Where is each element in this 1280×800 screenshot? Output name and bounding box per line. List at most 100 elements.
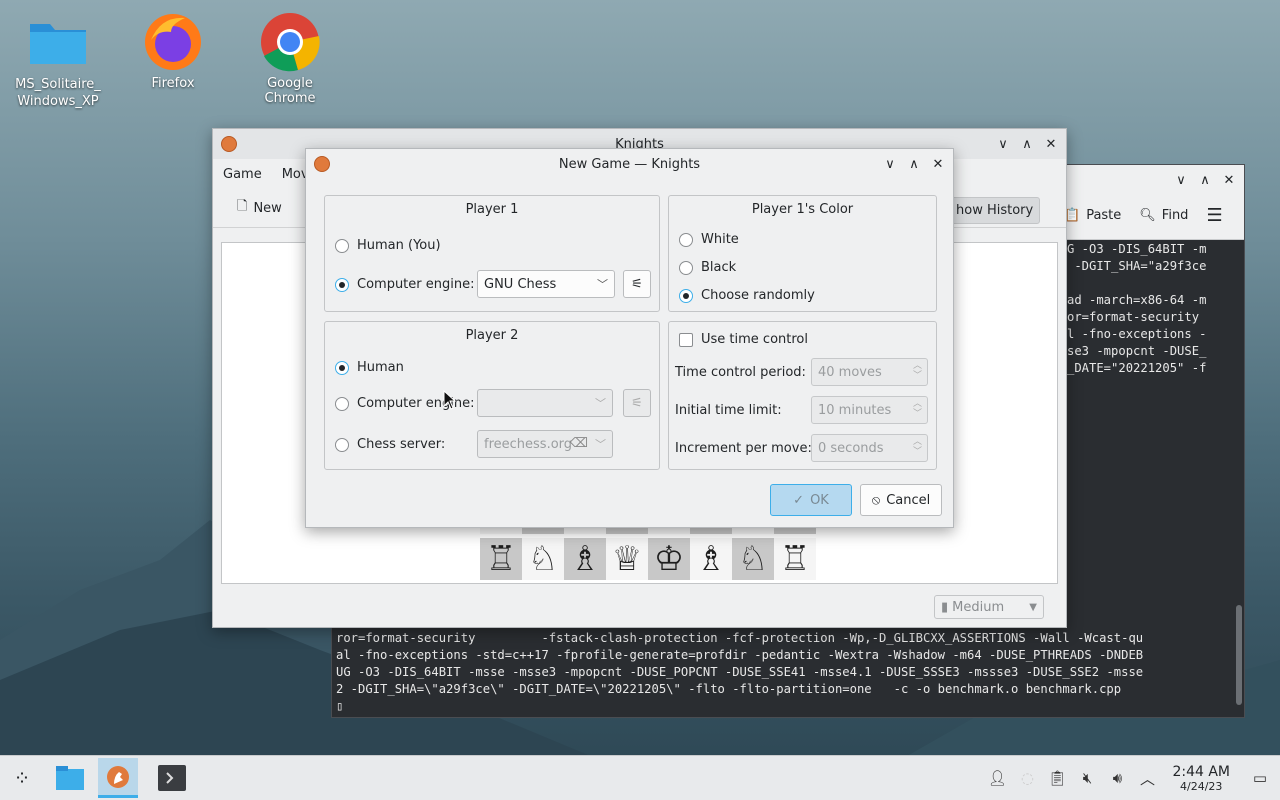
file-manager-icon[interactable]: [50, 758, 90, 798]
player1-group: Player 1 Human (You) Computer engine: GN…: [324, 195, 660, 312]
terminal-task-icon[interactable]: [152, 758, 192, 798]
user-icon[interactable]: 👤︎: [982, 769, 1012, 787]
terminal-line: -DGIT_SHA="a29f3ce: [1067, 259, 1207, 273]
player2-engine-config-button[interactable]: ⚟: [623, 389, 651, 417]
settings-sliders-icon: ⚟: [631, 276, 643, 292]
system-tray: 👤︎ ◌ 📋︎ 🔇︎ 🔊︎ ︿ 2:44 AM 4/24/23 ▭: [982, 756, 1280, 800]
chrome-icon: [258, 10, 322, 74]
color-white-radio[interactable]: White: [679, 232, 739, 247]
find-button[interactable]: 🔍︎ Find: [1139, 208, 1188, 223]
show-history-button[interactable]: how History: [949, 197, 1041, 224]
minimize-icon[interactable]: ∨: [1172, 171, 1190, 189]
player1-engine-config-button[interactable]: ⚟: [623, 270, 651, 298]
hamburger-menu-icon[interactable]: ☰: [1206, 205, 1222, 226]
chevron-down-icon: ﹀: [595, 397, 606, 410]
clear-text-icon[interactable]: ⌫: [570, 436, 588, 451]
board-square[interactable]: ♗: [564, 538, 606, 580]
clock[interactable]: 2:44 AM 4/24/23: [1172, 764, 1230, 793]
signal-bars-icon: ▮: [941, 599, 949, 615]
maximize-icon[interactable]: ∧: [1018, 135, 1036, 153]
chevron-down-icon: ﹀: [595, 438, 606, 451]
chess-server-select[interactable]: freechess.org ⌫ ﹀: [477, 430, 613, 458]
firefox-icon: [141, 10, 205, 74]
terminal-line: UG -O3 -DIS_64BIT -msse -msse3 -mpopcnt …: [336, 665, 1144, 679]
chevron-up-icon[interactable]: ︿: [1132, 768, 1162, 789]
spin-arrows-icon: ︿ ﹀: [912, 361, 922, 381]
close-icon[interactable]: ✕: [1220, 171, 1238, 189]
knights-app-icon: [221, 136, 237, 152]
checkmark-icon: ✓: [793, 492, 805, 508]
color-black-radio[interactable]: Black: [679, 260, 736, 275]
terminal-line: ▯: [336, 699, 344, 713]
terminal-line: 2 -DGIT_SHA=\"a29f3ce\" -DGIT_DATE=\"202…: [336, 682, 1122, 696]
app-launcher-icon[interactable]: ⁘: [2, 758, 42, 798]
desktop-icon-firefox[interactable]: Firefox: [123, 10, 223, 91]
mouse-cursor-icon: [443, 390, 457, 410]
mic-muted-icon[interactable]: 🔇︎: [1072, 769, 1102, 787]
player1-engine-select[interactable]: GNU Chess ﹀: [477, 270, 615, 298]
close-icon[interactable]: ✕: [929, 155, 947, 173]
new-document-icon: 🗋: [237, 199, 248, 214]
cancel-button[interactable]: ⦸ Cancel: [860, 484, 942, 516]
board-square[interactable]: ♗: [690, 538, 732, 580]
clipboard-icon[interactable]: 📋︎: [1042, 769, 1072, 787]
knights-app-icon: [314, 156, 330, 172]
board-square[interactable]: ♘: [732, 538, 774, 580]
show-desktop-icon[interactable]: ▭: [1240, 769, 1280, 787]
close-icon[interactable]: ✕: [1042, 135, 1060, 153]
volume-icon[interactable]: 🔊︎: [1102, 769, 1132, 787]
maximize-icon[interactable]: ∧: [905, 155, 923, 173]
folder-icon: [26, 10, 90, 74]
board-square[interactable]: ♖: [480, 538, 522, 580]
terminal-line: ror=format-security -fstack-clash-protec…: [336, 631, 1144, 645]
player2-human-radio[interactable]: Human: [335, 360, 404, 375]
ok-button[interactable]: ✓ OK: [770, 484, 852, 516]
terminal-line: G -O3 -DIS_64BIT -m: [1067, 242, 1207, 256]
board-square[interactable]: ♖: [774, 538, 816, 580]
terminal-line: se3 -mpopcnt -DUSE_: [1067, 344, 1207, 358]
initial-time-spinbox[interactable]: 10 minutes ︿ ﹀: [811, 396, 928, 424]
player1-human-radio[interactable]: Human (You): [335, 238, 441, 253]
terminal-line: or=format-security: [1067, 310, 1200, 324]
terminal-line: ad -march=x86-64 -m: [1067, 293, 1207, 307]
minimize-icon[interactable]: ∨: [994, 135, 1012, 153]
desktop-icon-solitaire[interactable]: MS_Solitaire_ Windows_XP: [8, 10, 108, 110]
time-period-spinbox[interactable]: 40 moves ︿ ﹀: [811, 358, 928, 386]
initial-time-label: Initial time limit:: [675, 403, 782, 418]
increment-label: Increment per move:: [675, 441, 812, 456]
dialog-titlebar: New Game — Knights ∨ ∧ ✕: [306, 149, 953, 179]
board-square[interactable]: ♔: [648, 538, 690, 580]
taskbar: ⁘ 👤︎ ◌ 📋︎ 🔇︎ 🔊︎ ︿ 2:44 AM 4/24/23 ▭: [0, 755, 1280, 800]
knights-task-icon[interactable]: [98, 758, 138, 798]
settings-sliders-icon: ⚟: [631, 395, 643, 411]
board-square[interactable]: ♕: [606, 538, 648, 580]
terminal-scrollbar[interactable]: [1236, 605, 1242, 705]
player2-server-radio[interactable]: Chess server:: [335, 437, 445, 452]
color-random-radio[interactable]: Choose randomly: [679, 288, 815, 303]
board-square[interactable]: ♘: [522, 538, 564, 580]
spin-arrows-icon: ︿ ﹀: [912, 437, 922, 457]
chevron-down-icon: ▼: [1029, 601, 1037, 613]
use-time-control-checkbox[interactable]: Use time control: [679, 332, 808, 347]
search-icon: 🔍︎: [1139, 208, 1156, 223]
player1-engine-radio[interactable]: Computer engine:: [335, 277, 474, 292]
maximize-icon[interactable]: ∧: [1196, 171, 1214, 189]
difficulty-select[interactable]: ▮ Medium ▼: [934, 595, 1044, 619]
terminal-line: al -fno-exceptions -std=c++17 -fprofile-…: [336, 648, 1144, 662]
player2-engine-select[interactable]: ﹀: [477, 389, 613, 417]
network-icon[interactable]: ◌: [1012, 769, 1042, 787]
terminal-line: _DATE="20221205" -f: [1067, 361, 1207, 375]
increment-spinbox[interactable]: 0 seconds ︿ ﹀: [811, 434, 928, 462]
desktop-icon-chrome[interactable]: Google Chrome: [240, 10, 340, 106]
new-game-dialog[interactable]: New Game — Knights ∨ ∧ ✕ Player 1 Human …: [305, 148, 954, 528]
cancel-icon: ⦸: [871, 492, 881, 508]
time-period-label: Time control period:: [675, 365, 806, 380]
menu-game[interactable]: Game: [223, 167, 262, 182]
time-control-group: Use time control Time control period: 40…: [668, 321, 937, 470]
board-back-rank: ♖ ♘ ♗ ♕ ♔ ♗ ♘ ♖: [480, 538, 816, 580]
paste-button[interactable]: 📋 Paste: [1064, 208, 1121, 223]
new-game-button[interactable]: 🗋 New: [229, 193, 290, 223]
terminal-line: l -fno-exceptions -: [1067, 327, 1207, 341]
minimize-icon[interactable]: ∨: [881, 155, 899, 173]
